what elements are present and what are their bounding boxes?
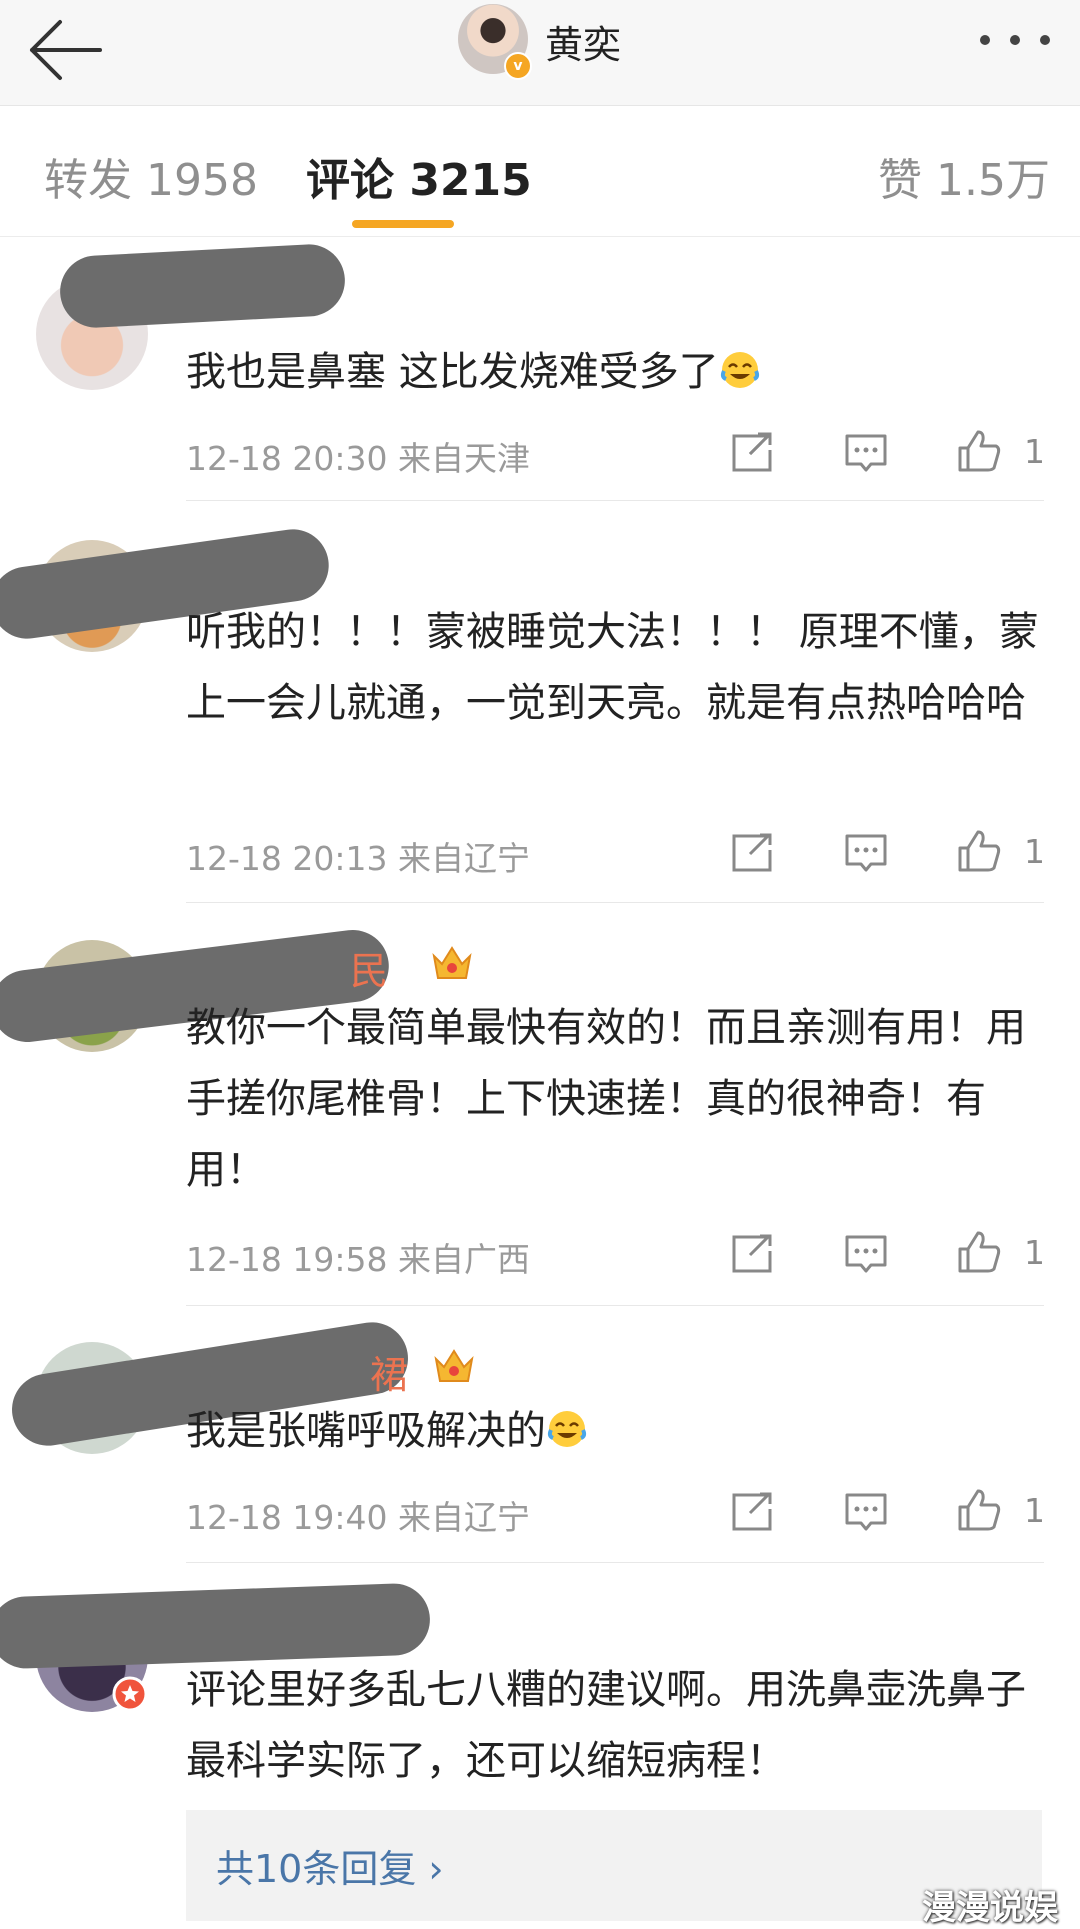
tab-likes[interactable]: 赞 1.5万 [878,144,1050,208]
comment-icon[interactable] [843,1231,889,1277]
tab-bar: 转发 1958 评论 3215 赞 1.5万 [0,106,1080,237]
tab-reposts[interactable]: 转发 1958 [44,144,258,208]
repost-icon[interactable] [730,830,776,876]
divider [186,1305,1044,1306]
comment-text: 我也是鼻塞 这比发烧难受多了 [186,337,1046,408]
top-bar: v 黄奕 [0,0,1080,106]
crown-badge-icon [432,946,472,979]
crown-badge-icon [434,1349,474,1382]
back-arrow-icon[interactable] [22,10,112,90]
more-options-icon[interactable] [975,28,1055,52]
username-fragment: 民 [350,949,389,993]
divider [186,902,1044,903]
comment-meta: 12-18 19:58 来自广西 [186,1240,530,1279]
thumbs-up-icon[interactable] [956,428,1002,474]
comment-text: 听我的！！！蒙被睡觉大法！！！ 原理不懂，蒙上一会儿就通，一觉到天亮。就是有点热… [186,609,1039,726]
active-tab-indicator [352,220,454,228]
verified-badge-icon: v [504,52,532,80]
thumbs-up-icon[interactable] [956,1487,1002,1533]
comment-meta: 12-18 19:40 来自辽宁 [186,1498,530,1537]
repost-icon[interactable] [730,1489,776,1535]
username-fragment: 裙 [370,1353,409,1397]
laugh-cry-emoji [547,1411,587,1447]
comment-text: 我是张嘴呼吸解决的 [186,1396,1046,1467]
like-count: 1 [1024,432,1045,471]
thumbs-up-icon[interactable] [956,1229,1002,1275]
like-count: 1 [1024,832,1045,871]
like-count: 1 [1024,1491,1045,1530]
laugh-cry-emoji [720,352,759,388]
repost-icon[interactable] [730,1231,776,1277]
watermark: 漫漫说娱 [922,1888,1058,1928]
divider [186,500,1044,501]
view-replies-link[interactable]: 共10条回复 › [216,1838,444,1893]
comment-text: 教你一个最简单最快有效的！而且亲测有用！用手搓你尾椎骨！上下快速搓！真的很神奇！… [186,1005,1026,1193]
comment-meta: 12-18 20:30 来自天津 [186,439,530,478]
thumbs-up-icon[interactable] [956,828,1002,874]
redacted-username [58,242,347,330]
comment-icon[interactable] [843,1489,889,1535]
page-title: 黄奕 [545,23,622,67]
comment-icon[interactable] [843,430,889,476]
divider [186,1562,1044,1563]
vip-star-badge-icon [112,1676,148,1712]
comment-icon[interactable] [843,830,889,876]
repost-icon[interactable] [730,430,776,476]
tab-comments[interactable]: 评论 3215 [306,144,532,208]
comment-text: 评论里好多乱七八糟的建议啊。用洗鼻壶洗鼻子最科学实际了，还可以缩短病程！ [186,1667,1026,1784]
like-count: 1 [1024,1233,1045,1272]
comment-meta: 12-18 20:13 来自辽宁 [186,839,530,878]
